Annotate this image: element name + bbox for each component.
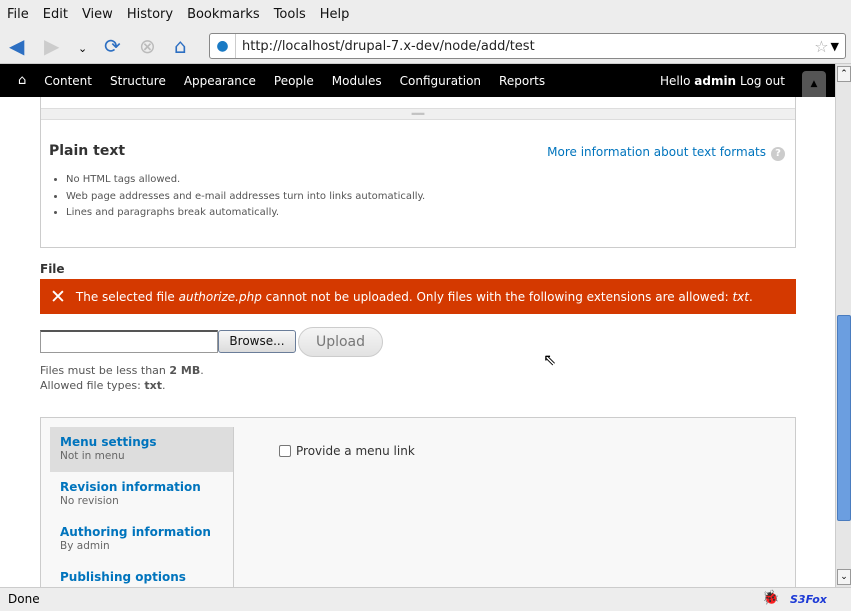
home-icon[interactable]: ⌂ (18, 73, 26, 88)
toolbar-structure[interactable]: Structure (110, 74, 166, 88)
scroll-up-icon[interactable]: ⌃ (837, 66, 851, 82)
url-text[interactable]: http://localhost/drupal-7.x-dev/node/add… (236, 39, 814, 54)
menu-view[interactable]: View (82, 7, 113, 22)
menu-help[interactable]: Help (320, 7, 350, 22)
history-dropdown-icon[interactable]: ⌄ (78, 39, 87, 59)
textarea-resize-grippie[interactable]: ═══ (41, 108, 795, 120)
bookmark-star-icon[interactable]: ☆ (814, 37, 828, 56)
toolbar-reports[interactable]: Reports (499, 74, 545, 88)
error-x-icon: ✕ (50, 285, 66, 308)
more-info-text[interactable]: More information about text formats (547, 145, 766, 159)
format-tip: Web page addresses and e-mail addresses … (66, 189, 425, 206)
vertical-tabs: Menu settings Not in menu Revision inform… (40, 417, 796, 587)
firebug-bug-icon[interactable]: 🐞 (762, 590, 779, 606)
toolbar-modules[interactable]: Modules (332, 74, 382, 88)
page-content: ═══ Plain text More information about te… (0, 97, 835, 587)
admin-toolbar: ⌂ Content Structure Appearance People Mo… (0, 64, 835, 97)
menu-history[interactable]: History (127, 7, 173, 22)
scroll-down-icon[interactable]: ⌄ (837, 569, 851, 585)
text-format-box: ═══ Plain text More information about te… (40, 97, 796, 248)
file-label: File (40, 262, 65, 276)
status-text: Done (8, 592, 40, 606)
vertical-scrollbar[interactable]: ⌃ ⌄ (835, 64, 851, 587)
format-tip: No HTML tags allowed. (66, 172, 425, 189)
checkbox[interactable] (279, 445, 291, 457)
home-icon[interactable]: ⌂ (174, 36, 187, 56)
provide-menu-link-checkbox[interactable]: Provide a menu link (279, 444, 415, 458)
vtab-revision-information[interactable]: Revision information No revision (50, 472, 233, 517)
drupal-favicon-icon: ● (210, 34, 236, 58)
file-path-input[interactable] (40, 330, 218, 353)
user-greeting: Hello admin (660, 64, 736, 97)
logout-link[interactable]: Log out (740, 74, 785, 88)
format-title: Plain text (49, 143, 126, 159)
format-tips: No HTML tags allowed. Web page addresses… (66, 172, 425, 222)
help-icon[interactable]: ? (771, 147, 785, 161)
url-bar[interactable]: ● http://localhost/drupal-7.x-dev/node/a… (209, 33, 846, 59)
reload-icon[interactable]: ⟳ (104, 36, 121, 56)
username[interactable]: admin (694, 74, 736, 88)
upload-button[interactable]: Upload (298, 327, 383, 357)
toolbar-content[interactable]: Content (44, 74, 92, 88)
menu-tools[interactable]: Tools (274, 7, 306, 22)
checkbox-label: Provide a menu link (296, 444, 415, 458)
vtab-menu-settings[interactable]: Menu settings Not in menu (50, 427, 233, 472)
more-info-link[interactable]: More information about text formats? (547, 145, 785, 161)
error-message: ✕ The selected file authorize.php cannot… (40, 279, 796, 314)
browse-button[interactable]: Browse... (218, 330, 296, 353)
forward-icon[interactable]: ▶ (44, 36, 59, 56)
status-bar: Done 🐞 S3Fox (0, 587, 851, 611)
toolbar-drawer-toggle[interactable]: ▲ (802, 71, 826, 97)
toolbar-configuration[interactable]: Configuration (400, 74, 481, 88)
format-tip: Lines and paragraphs break automatically… (66, 205, 425, 222)
vtab-publishing-options[interactable]: Publishing options (50, 562, 233, 587)
stop-icon[interactable]: ⊗ (139, 36, 156, 56)
s3fox-addon[interactable]: S3Fox (790, 593, 827, 606)
toolbar-appearance[interactable]: Appearance (184, 74, 256, 88)
error-text: The selected file authorize.php cannot n… (75, 289, 753, 304)
browser-menubar: File Edit View History Bookmarks Tools H… (0, 0, 851, 28)
menu-bookmarks[interactable]: Bookmarks (187, 7, 260, 22)
back-icon[interactable]: ◀ (9, 36, 24, 56)
vtab-authoring-information[interactable]: Authoring information By admin (50, 517, 233, 562)
toolbar-people[interactable]: People (274, 74, 314, 88)
file-help-text: Files must be less than 2 MB. Allowed fi… (40, 364, 204, 392)
vertical-tabs-list: Menu settings Not in menu Revision inform… (50, 427, 234, 587)
menu-file[interactable]: File (7, 7, 29, 22)
hello-text: Hello (660, 73, 691, 88)
menu-edit[interactable]: Edit (43, 7, 68, 22)
navigation-toolbar: ◀ ▶ ⌄ ⟳ ⊗ ⌂ ● http://localhost/drupal-7.… (0, 28, 851, 64)
scrollbar-thumb[interactable] (837, 315, 851, 521)
url-dropdown-icon[interactable]: ▼ (831, 40, 839, 53)
mouse-cursor-icon: ⇖ (543, 350, 557, 369)
